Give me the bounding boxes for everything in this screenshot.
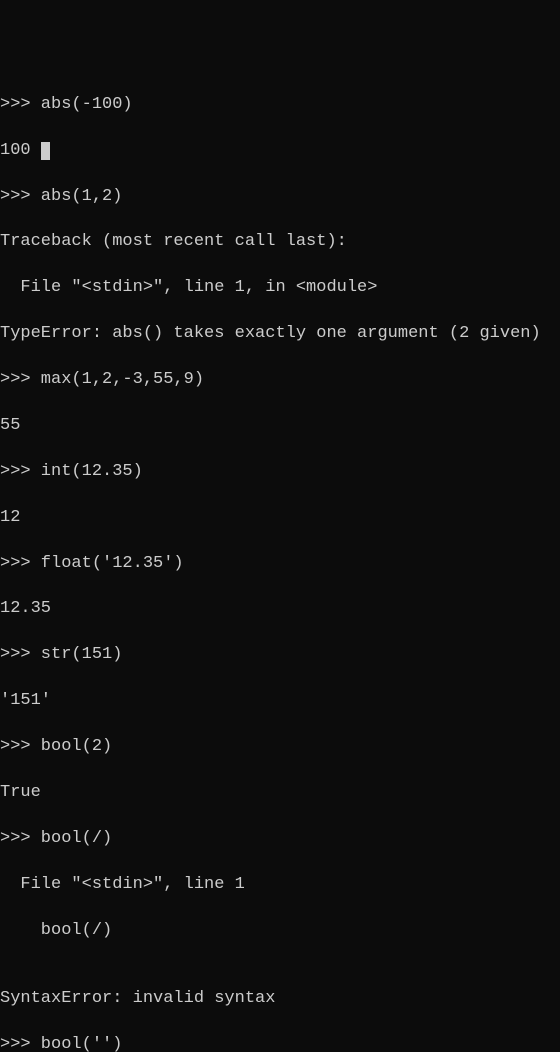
- repl-input-line: >>> abs(-100): [0, 94, 560, 117]
- repl-text: >>> bool(/): [0, 829, 112, 848]
- repl-text: >>> int(12.35): [0, 462, 143, 481]
- repl-text: 12: [0, 508, 20, 527]
- repl-input-line: >>> str(151): [0, 644, 560, 667]
- repl-text: True: [0, 783, 41, 802]
- repl-input-line: >>> abs(1,2): [0, 186, 560, 209]
- repl-text: bool(/): [0, 921, 112, 940]
- repl-output-line: File "<stdin>", line 1, in <module>: [0, 277, 560, 300]
- cursor: [41, 142, 50, 160]
- repl-text: >>> bool(2): [0, 737, 112, 756]
- repl-output-line: True: [0, 782, 560, 805]
- repl-input-line: >>> max(1,2,-3,55,9): [0, 369, 560, 392]
- repl-text: >>> abs(-100): [0, 95, 133, 114]
- repl-text: >>> abs(1,2): [0, 187, 122, 206]
- repl-text: >>> max(1,2,-3,55,9): [0, 370, 204, 389]
- repl-text: 100: [0, 141, 41, 160]
- repl-text: >>> str(151): [0, 645, 122, 664]
- repl-output-line: 12: [0, 507, 560, 530]
- repl-text: TypeError: abs() takes exactly one argum…: [0, 324, 541, 343]
- repl-output-line: 100: [0, 140, 560, 163]
- repl-input-line: >>> bool(2): [0, 736, 560, 759]
- repl-output-line: 12.35: [0, 598, 560, 621]
- repl-text: 55: [0, 416, 20, 435]
- repl-output-line: TypeError: abs() takes exactly one argum…: [0, 323, 560, 346]
- repl-input-line: >>> bool(/): [0, 828, 560, 851]
- repl-output-line: SyntaxError: invalid syntax: [0, 988, 560, 1011]
- repl-text: >>> bool(''): [0, 1035, 122, 1052]
- repl-output-line: 55: [0, 415, 560, 438]
- repl-output-line: File "<stdin>", line 1: [0, 874, 560, 897]
- repl-output-line: '151': [0, 690, 560, 713]
- repl-input-line: >>> int(12.35): [0, 461, 560, 484]
- repl-text: File "<stdin>", line 1, in <module>: [0, 278, 377, 297]
- repl-output-line: Traceback (most recent call last):: [0, 231, 560, 254]
- repl-text: File "<stdin>", line 1: [0, 875, 245, 894]
- repl-text: 12.35: [0, 599, 51, 618]
- repl-text: '151': [0, 691, 51, 710]
- repl-output-line: bool(/): [0, 920, 560, 943]
- repl-text: Traceback (most recent call last):: [0, 232, 347, 251]
- repl-text: >>> float('12.35'): [0, 554, 184, 573]
- repl-input-line: >>> float('12.35'): [0, 553, 560, 576]
- repl-input-line: >>> bool(''): [0, 1034, 560, 1052]
- repl-text: SyntaxError: invalid syntax: [0, 989, 275, 1008]
